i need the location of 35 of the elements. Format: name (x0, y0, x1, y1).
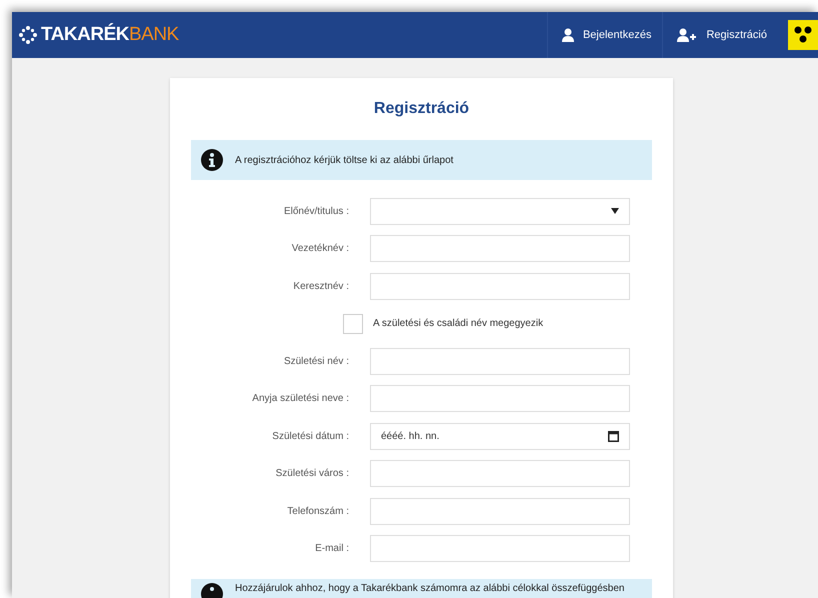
logo-icon (18, 25, 38, 45)
input-field[interactable] (370, 498, 630, 524)
field-label: Anyja születési neve : (251, 393, 350, 404)
info-text: A regisztrációhoz kérjük töltse ki az alábbi űrlapot (235, 154, 454, 166)
field-label: Keresztnév : (292, 280, 350, 292)
field-label: Születési név : (282, 356, 350, 366)
dots-icon (793, 26, 813, 44)
user-icon (562, 28, 574, 42)
nav-link[interactable]: Bejelentkezés (546, 12, 662, 58)
field-label: Telefonszám : (286, 506, 350, 516)
input-field[interactable] (370, 348, 630, 374)
input-field[interactable] (370, 535, 630, 562)
input-field[interactable] (370, 460, 630, 487)
checkbox-label: A születési és családi név megegyezik (373, 318, 544, 329)
input-field[interactable] (370, 272, 630, 300)
caret-icon (611, 208, 619, 214)
consent-text: Hozzájárulok ahhoz, hogy a Takarékbank számomra az alábbi célokkal összefüggésben (235, 582, 624, 594)
logo-text: BANK (128, 24, 179, 46)
form-title: Regisztráció (372, 99, 470, 119)
field-label: Születési dátum : (271, 430, 350, 442)
field-label: Előnév/titulus : (282, 206, 350, 216)
info-icon (201, 149, 223, 171)
checkbox[interactable] (343, 314, 363, 334)
date-field[interactable]: éééé. hh. nn. (370, 422, 630, 450)
field-label: Vezetéknév : (290, 243, 350, 254)
accessibility-button[interactable] (788, 20, 818, 50)
logo-text: TAKARÉK (41, 24, 129, 46)
input-field[interactable] (370, 385, 630, 412)
input-field[interactable] (370, 235, 630, 262)
calendar-icon (608, 430, 619, 442)
add-user-icon (677, 28, 698, 42)
field-label: Születési város : (274, 468, 350, 479)
nav-link[interactable]: Regisztráció (662, 12, 778, 58)
select-field[interactable] (370, 198, 630, 224)
field-label: E-mail : (314, 543, 350, 554)
